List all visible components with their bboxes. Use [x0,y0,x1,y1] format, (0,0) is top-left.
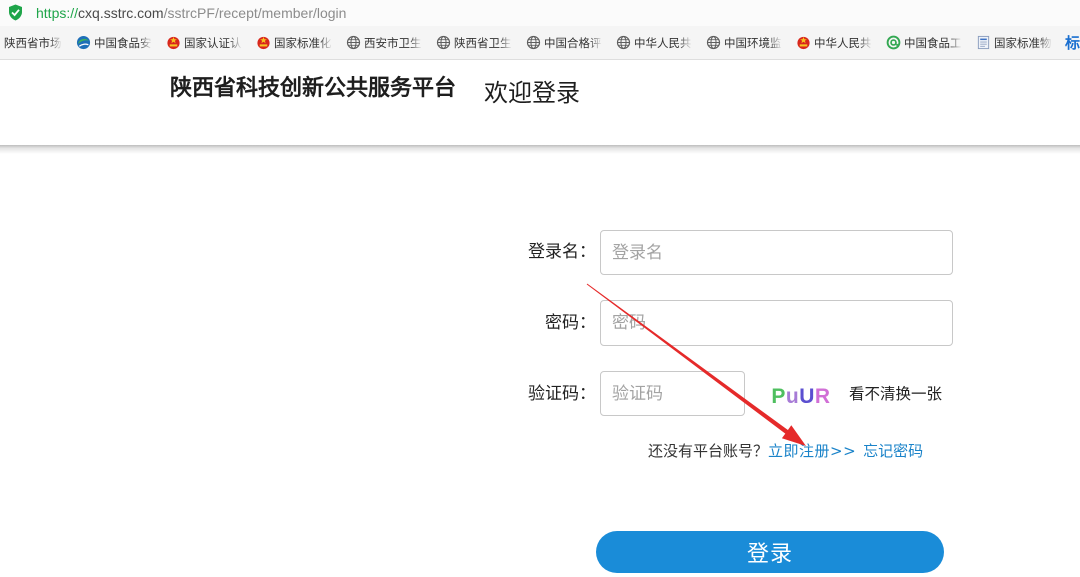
url-host: cxq.sstrc.com [78,5,164,21]
forgot-password-link[interactable]: 忘记密码 [863,442,923,460]
bookmark-label: 国家标准化 [274,35,332,50]
swirl-logo-icon [75,35,91,51]
captcha-refresh-link[interactable]: 看不清换一张 [849,384,942,404]
bookmark-item[interactable]: 陕西省市场 [4,32,75,54]
bookmark-item[interactable]: 国家标准物 [975,32,1065,54]
site-header: 陕西省科技创新公共服务平台 欢迎登录 [0,60,1080,146]
globe-icon [345,35,361,51]
captcha-char: U [799,385,815,408]
password-label: 密码： [545,313,596,333]
bookmark-label: 国家认证认 [184,35,242,50]
captcha-char: P [771,385,786,408]
register-link[interactable]: 立即注册>> [768,442,856,460]
globe-icon [615,35,631,51]
secure-shield-icon[interactable] [8,4,23,21]
bookmark-label: 西安市卫生 [364,35,422,50]
captcha-char: u [785,385,800,408]
bookmark-label: 中国食品工 [904,35,962,50]
captcha-image[interactable]: P u U R [766,382,836,412]
document-icon [975,35,991,51]
bookmark-item[interactable]: 国家认证认 [165,32,255,54]
captcha-label: 验证码： [528,384,596,404]
password-input[interactable] [600,300,953,346]
page-title: 欢迎登录 [484,79,580,107]
globe-icon [705,35,721,51]
green-at-icon [885,35,901,51]
captcha-char: R [814,385,831,408]
national-emblem-icon [255,35,271,51]
national-emblem-icon [165,35,181,51]
bookmark-list: 陕西省市场 中国食品安 国家认证认 国家标准化 西安市卫生 陕西省卫生 中国合格评 中华人民共… [4,26,1080,59]
register-prompt-line: 还没有平台账号？立即注册>> 忘记密码 [648,441,923,461]
header-divider [0,145,1080,154]
captcha-input[interactable] [600,371,745,416]
bookmark-label: 国家标准物 [994,35,1052,50]
bookmarks-bar: 陕西省市场 中国食品安 国家认证认 国家标准化 西安市卫生 陕西省卫生 中国合格评 中华人民共… [0,26,1080,60]
bookmark-item[interactable]: 西安市卫生 [345,32,435,54]
bookmark-item[interactable]: 中国食品安 [75,32,165,54]
bookmark-item[interactable]: 中国环境监 [705,32,795,54]
register-prompt-text: 还没有平台账号？ [648,442,769,460]
bookmark-item[interactable]: 中国食品工 [885,32,975,54]
username-label: 登录名： [528,242,596,262]
address-bar: https://cxq.sstrc.com/sstrcPF/recept/mem… [0,0,1080,26]
url-path: /sstrcPF/recept/member/login [163,5,347,21]
bookmark-item[interactable]: 中华人民共 [795,32,885,54]
login-button[interactable]: 登录 [596,531,944,573]
national-emblem-icon [795,35,811,51]
bookmark-label: 中华人民共 [814,35,872,50]
bookmark-label: 陕西省卫生 [454,35,512,50]
bookmark-item[interactable]: 中华人民共 [615,32,705,54]
url-scheme: https:// [36,5,79,21]
bookmark-item[interactable]: 中国合格评 [525,32,615,54]
bookmark-label: 中国环境监 [724,35,782,50]
bookmark-label: 中国合格评 [544,35,602,50]
bookmark-item[interactable]: 陕西省卫生 [435,32,525,54]
site-title: 陕西省科技创新公共服务平台 [170,76,457,101]
url-field[interactable]: https://cxq.sstrc.com/sstrcPF/recept/mem… [36,4,346,22]
bookmark-label: 中华人民共 [634,35,692,50]
username-input[interactable] [600,230,953,275]
character-logo-icon: 标 [1065,34,1080,51]
bookmark-label: 陕西省市场 [4,35,62,50]
login-button-label: 登录 [746,542,793,567]
globe-icon [435,35,451,51]
bookmark-label: 中国食品安 [94,35,152,50]
globe-icon [525,35,541,51]
bookmark-item[interactable]: 标 [1065,32,1080,54]
bookmark-item[interactable]: 国家标准化 [255,32,345,54]
